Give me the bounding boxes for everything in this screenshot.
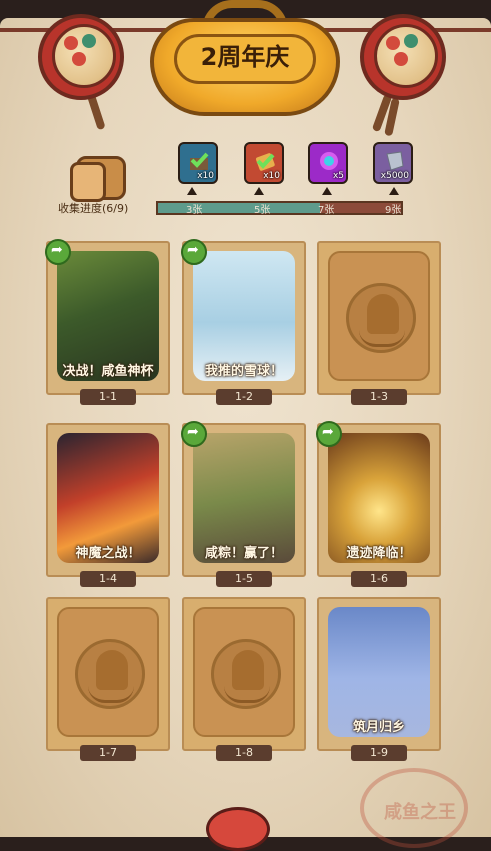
share-icon[interactable]: ➦ [45, 239, 71, 265]
reward-qty: x10 [263, 171, 280, 181]
story-card[interactable]: 遗迹降临！ ➦ 1-6 [316, 421, 441, 587]
collection-progress-label: 收集进度(6/9) [58, 202, 129, 215]
card-title: 神魔之战！ [75, 546, 141, 561]
milestone-marker [187, 187, 197, 195]
card-art-locked [57, 607, 159, 737]
share-icon[interactable]: ➦ [181, 239, 207, 265]
reward-qty: x5 [332, 171, 344, 181]
card-number: 1-4 [80, 571, 136, 587]
card-title: 筑月归乡 [352, 720, 405, 735]
card-title: 咸粽！赢了！ [204, 546, 283, 561]
card-number: 1-5 [216, 571, 272, 587]
card-number: 1-8 [216, 745, 272, 761]
story-card[interactable]: 1-8 [182, 597, 306, 761]
album-book-icon[interactable] [70, 156, 132, 202]
page-title: 2周年庆 [200, 43, 290, 71]
card-number: 1-9 [351, 745, 407, 761]
card-number: 1-2 [216, 389, 272, 405]
card-title: 遗迹降临！ [346, 546, 412, 561]
close-button[interactable] [206, 807, 270, 851]
milestone-marker [322, 187, 332, 195]
card-number: 1-1 [80, 389, 136, 405]
story-card[interactable]: 1-3 [317, 241, 441, 405]
card-title: 我推的雪球！ [204, 364, 283, 379]
card-art-locked [328, 251, 430, 381]
locked-fish-icon [211, 639, 281, 709]
reward-ticket-check-icon[interactable]: x10 [244, 142, 284, 184]
milestone-label: 5张 [254, 205, 271, 216]
seal-stamp: 咸鱼之王 [360, 768, 468, 848]
share-icon[interactable]: ➦ [316, 421, 342, 447]
card-number: 1-3 [351, 389, 407, 405]
drum-right-icon [360, 14, 446, 137]
reward-qty: x5000 [380, 171, 409, 181]
story-card[interactable]: 筑月归乡 1-9 [317, 597, 441, 761]
reward-magic-orb-icon[interactable]: x5 [308, 142, 348, 184]
story-card[interactable]: 咸粽！赢了！ ➦ 1-5 [181, 421, 306, 587]
card-art-locked [193, 607, 295, 737]
drum-left-icon [38, 14, 124, 131]
progress-fill [158, 203, 320, 213]
milestone-label: 3张 [186, 205, 203, 216]
milestone-label: 7张 [318, 205, 335, 216]
reward-crystal-icon[interactable]: x5000 [373, 142, 413, 184]
reward-qty: x10 [197, 171, 214, 181]
card-title: 决战！咸鱼神杯 [62, 364, 154, 379]
share-icon[interactable]: ➦ [181, 421, 207, 447]
locked-fish-icon [346, 283, 416, 353]
card-number: 1-6 [351, 571, 407, 587]
story-card[interactable]: 我推的雪球！ ➦ 1-2 [181, 239, 306, 405]
milestone-label: 9张 [385, 205, 402, 216]
milestone-marker [389, 187, 399, 195]
story-card[interactable]: 1-7 [46, 597, 170, 761]
title-plaque: 2周年庆 [150, 0, 340, 118]
locked-fish-icon [75, 639, 145, 709]
story-card[interactable]: 神魔之战！ 1-4 [46, 423, 170, 587]
story-card[interactable]: 决战！咸鱼神杯 ➦ 1-1 [45, 239, 170, 405]
milestone-marker [254, 187, 264, 195]
card-number: 1-7 [80, 745, 136, 761]
reward-chest-check-icon[interactable]: x10 [178, 142, 218, 184]
